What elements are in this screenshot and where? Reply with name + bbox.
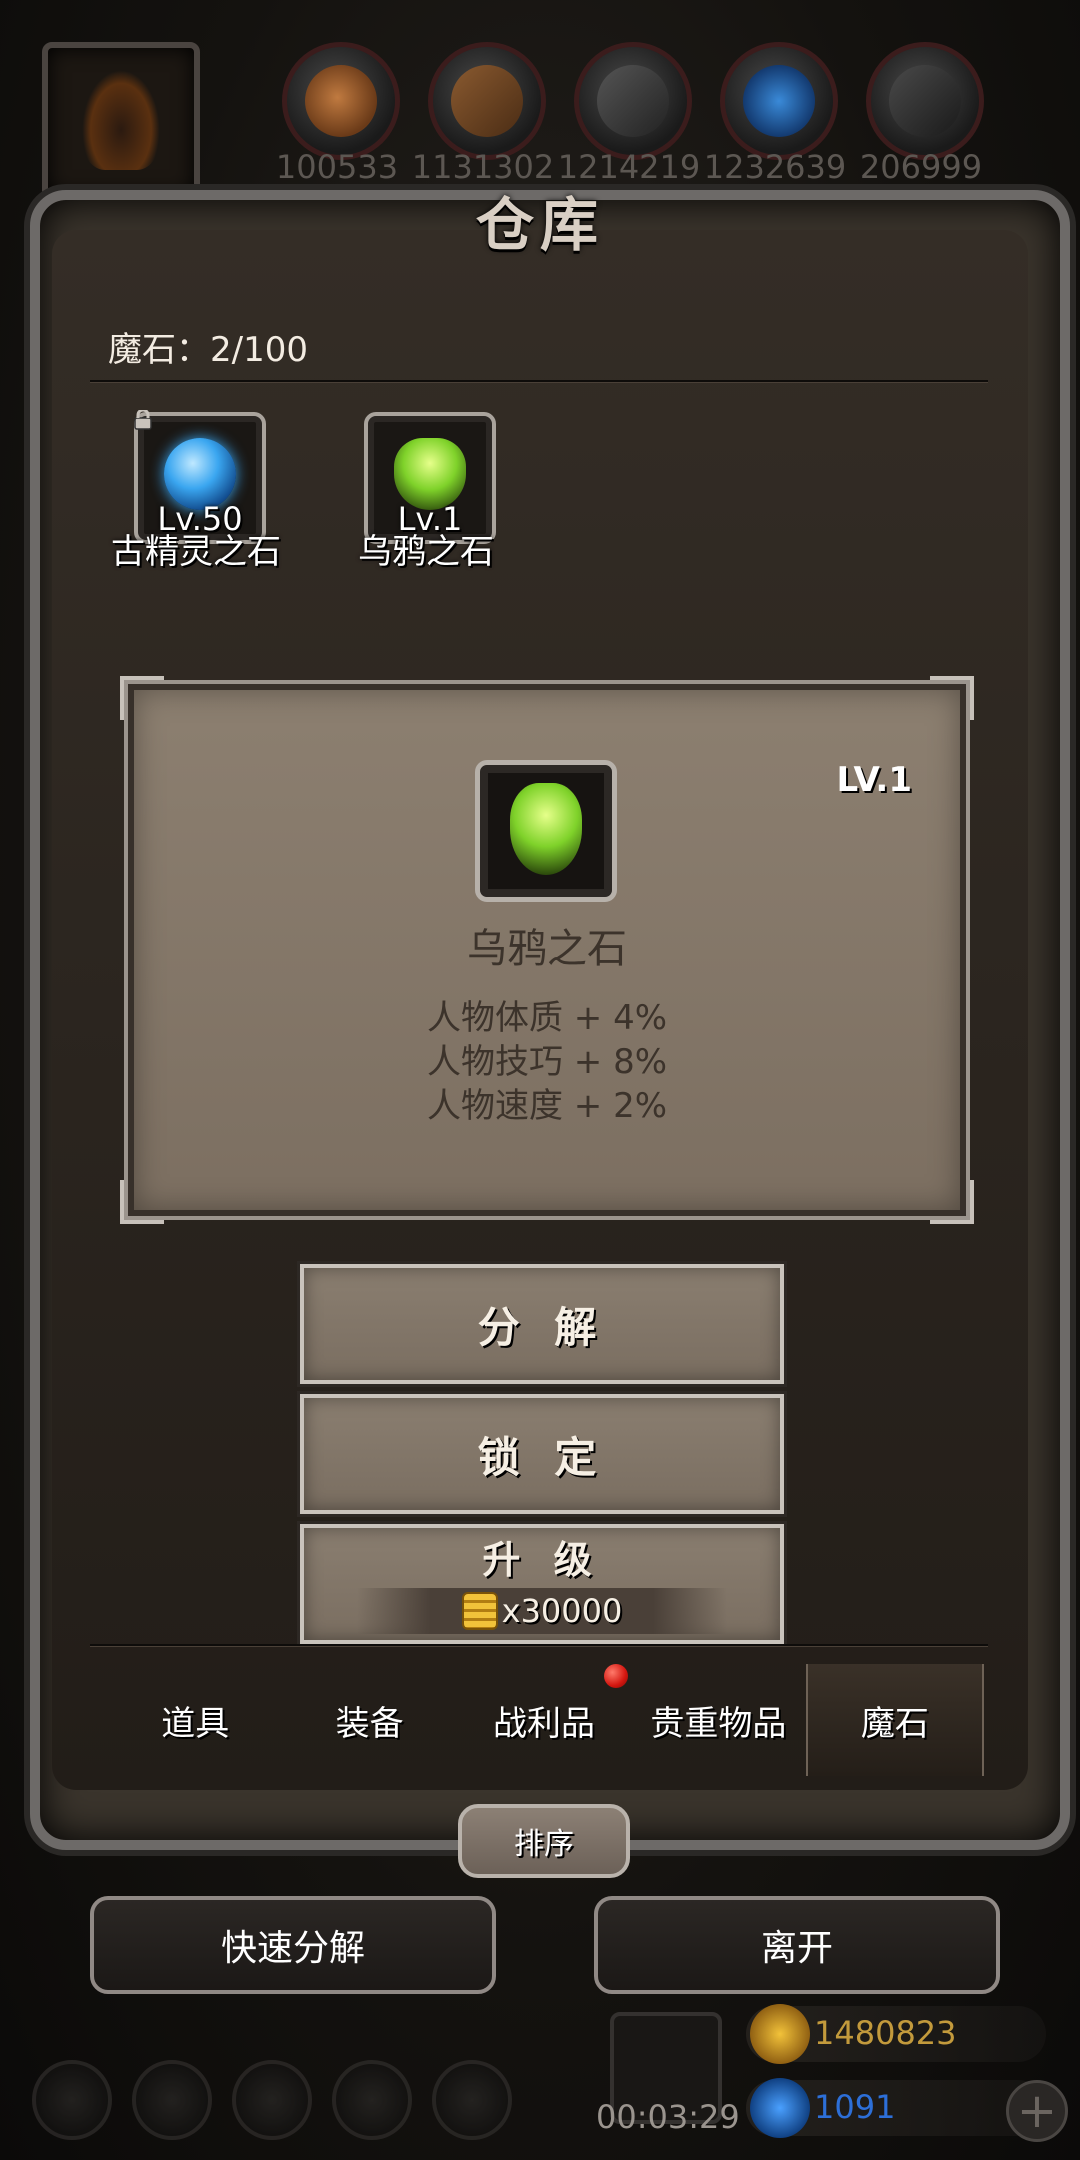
notification-dot-icon bbox=[604, 1664, 628, 1688]
green-crystal-icon bbox=[510, 783, 582, 875]
stone-detail-panel: LV.1 乌鸦之石 人物体质 + 4% 人物技巧 + 8% 人物速度 + 2% bbox=[120, 676, 974, 1224]
upgrade-button[interactable]: 升 级 x30000 bbox=[300, 1524, 784, 1644]
panel-corner bbox=[120, 676, 164, 720]
leave-button[interactable]: 离开 bbox=[594, 1896, 1000, 1994]
decompose-button[interactable]: 分 解 bbox=[300, 1264, 784, 1384]
crystal-value: 1232639 bbox=[703, 148, 847, 186]
stone-name: 乌鸦之石 bbox=[358, 532, 494, 572]
upgrade-cost: x30000 bbox=[357, 1587, 727, 1634]
gem-value: 1091 bbox=[814, 2088, 896, 2126]
detail-name: 乌鸦之石 bbox=[467, 926, 627, 972]
gem-icon bbox=[750, 2078, 810, 2138]
gold-coin-icon bbox=[461, 1591, 498, 1630]
quick-decompose-button[interactable]: 快速分解 bbox=[90, 1896, 496, 1994]
stone-name: 古精灵之石 bbox=[111, 532, 281, 572]
guild-icon[interactable] bbox=[232, 2060, 312, 2140]
stat-line: 人物体质 + 4% bbox=[426, 998, 668, 1038]
achievement-icon[interactable] bbox=[132, 2060, 212, 2140]
settings-icon[interactable] bbox=[32, 2060, 112, 2140]
gold-value: 1480823 bbox=[814, 2014, 957, 2052]
iron-icon bbox=[574, 42, 692, 160]
capacity-label: 魔石：2/100 bbox=[108, 330, 308, 370]
lock-button[interactable]: 锁 定 bbox=[300, 1394, 784, 1514]
tab-valuables[interactable]: 贵重物品 bbox=[631, 1664, 805, 1776]
sort-button[interactable]: 排序 bbox=[458, 1804, 630, 1878]
hooded-figure-icon bbox=[82, 70, 160, 170]
stone-icon bbox=[866, 42, 984, 160]
panel-corner bbox=[930, 1180, 974, 1224]
stat-line: 人物速度 + 2% bbox=[426, 1086, 668, 1126]
detail-stone-icon bbox=[475, 760, 617, 902]
title-plate: 仓库 bbox=[380, 160, 700, 280]
divider-top bbox=[90, 380, 988, 382]
player-avatar[interactable] bbox=[42, 42, 200, 200]
upgrade-cost-value: x30000 bbox=[501, 1591, 623, 1630]
panel-corner bbox=[930, 676, 974, 720]
upgrade-label: 升 级 bbox=[482, 1537, 602, 1582]
handshake-icon[interactable] bbox=[432, 2060, 512, 2140]
gold-coin-icon bbox=[750, 2004, 810, 2064]
tab-magic-stones[interactable]: 魔石 bbox=[805, 1664, 985, 1776]
wood-icon bbox=[428, 42, 546, 160]
divider-tabs bbox=[90, 1644, 988, 1646]
tab-items[interactable]: 道具 bbox=[108, 1664, 282, 1776]
detail-level: LV.1 bbox=[836, 760, 913, 800]
mail-icon[interactable] bbox=[332, 2060, 412, 2140]
category-tabs: 道具 装备 战利品 贵重物品 魔石 bbox=[108, 1664, 985, 1776]
lock-icon bbox=[134, 410, 152, 430]
gift-timer: 00:03:29 bbox=[596, 2098, 740, 2136]
meat-icon bbox=[282, 42, 400, 160]
stone-value: 206999 bbox=[859, 148, 983, 186]
stat-line: 人物技巧 + 8% bbox=[426, 1042, 668, 1082]
plus-icon[interactable]: + bbox=[1006, 2080, 1068, 2142]
crystal-icon bbox=[720, 42, 838, 160]
tab-equipment[interactable]: 装备 bbox=[282, 1664, 456, 1776]
page-title: 仓库 bbox=[475, 191, 604, 259]
panel-corner bbox=[120, 1180, 164, 1224]
